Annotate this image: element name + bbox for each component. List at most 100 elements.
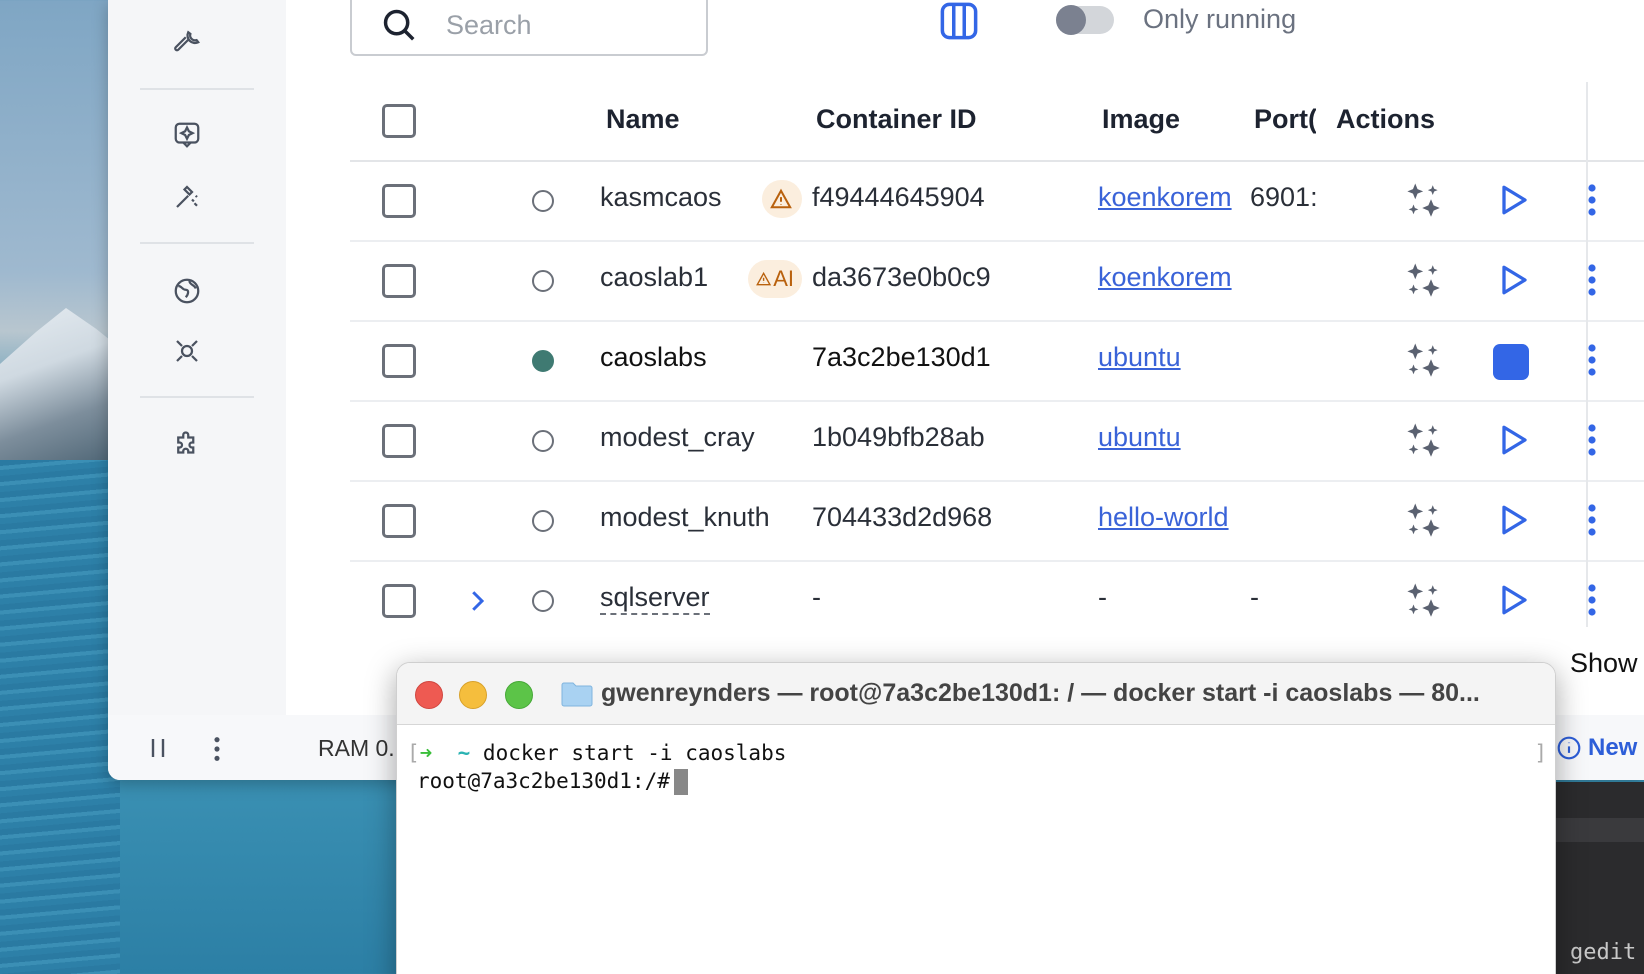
shell-prompt: root@7a3c2be130d1:/# [417,769,670,793]
status-indicator-running [532,350,554,372]
image-value: - [1098,582,1107,612]
terminal-title: gwenreynders — root@7a3c2be130d1: / — do… [601,679,1480,707]
mark-bracket-end-icon: ] [1534,741,1547,765]
more-options-icon[interactable] [1582,342,1602,378]
ask-gordon-sparkle-icon[interactable] [1403,420,1445,462]
container-name[interactable]: kasmcaos [600,182,722,213]
ask-gordon-sparkle-icon[interactable] [1403,180,1445,222]
select-all-checkbox[interactable] [382,104,416,138]
more-options-icon[interactable] [1582,502,1602,538]
ask-gordon-sparkle-icon[interactable] [1403,340,1445,382]
row-checkbox[interactable] [382,424,416,458]
compose-project-name[interactable]: sqlserver [600,582,710,615]
prompt-home-icon: ~ [457,741,471,765]
image-link[interactable]: ubuntu [1098,342,1238,373]
puzzle-icon[interactable] [170,428,204,462]
sidebar-divider [140,242,254,244]
row-checkbox[interactable] [382,344,416,378]
zoom-button[interactable] [505,681,533,709]
ask-gordon-sparkle-icon[interactable] [1403,580,1445,622]
image-link[interactable]: koenkorem [1098,262,1238,293]
new-version-link[interactable]: New [1556,734,1637,762]
warning-badge [762,180,802,218]
only-running-toggle[interactable] [1056,5,1114,35]
row-checkbox[interactable] [382,184,416,218]
search-icon [383,9,415,41]
container-id: 7a3c2be130d1 [812,342,991,372]
table-row[interactable]: sqlserver - - - [350,562,1644,642]
table-row[interactable]: kasmcaos f49444645904 koenkorem 6901: [350,162,1644,242]
globe-icon[interactable] [170,274,204,308]
show-label[interactable]: Show [1570,648,1638,679]
terminal-content[interactable]: [➜ ~ docker start -i caoslabs ] root@7a3… [397,725,1555,974]
start-icon[interactable] [1495,262,1531,298]
warning-text: AI [773,266,794,291]
more-options-icon[interactable] [1582,422,1602,458]
table-row[interactable]: modest_knuth 704433d2d968 hello-world [350,482,1644,562]
container-id: 704433d2d968 [812,502,993,532]
start-icon[interactable] [1495,422,1531,458]
scout-icon[interactable] [170,334,204,368]
table-header: Name Container ID Image Port( Actions [350,82,1644,162]
text-cursor [673,769,688,795]
row-checkbox[interactable] [382,264,416,298]
gedit-label[interactable]: gedit [1570,940,1636,965]
terminal-window[interactable]: gwenreynders — root@7a3c2be130d1: / — do… [396,662,1556,974]
container-id: da3673e0b0c9 [812,262,991,292]
sidebar-divider [140,396,254,398]
container-name[interactable]: caoslabs [600,342,707,373]
terminal-titlebar[interactable]: gwenreynders — root@7a3c2be130d1: / — do… [397,663,1555,725]
ports-value[interactable]: 6901: [1250,182,1316,213]
image-link[interactable]: ubuntu [1098,422,1238,453]
row-checkbox[interactable] [382,504,416,538]
row-checkbox[interactable] [382,584,416,618]
header-actions: Actions [1336,104,1436,134]
image-link[interactable]: koenkorem [1098,182,1238,213]
status-indicator [532,190,554,212]
sidebar [108,0,286,715]
table-row[interactable]: caoslab1 AI da3673e0b0c9 koenkorem [350,242,1644,322]
terminal-line-prompt: root@7a3c2be130d1:/# [417,769,688,795]
extension-gem-icon[interactable] [170,118,204,152]
container-id: 1b049bfb28ab [812,422,985,452]
desktop-wallpaper-mountain [0,308,120,460]
header-image[interactable]: Image [1102,104,1180,135]
start-icon[interactable] [1495,502,1531,538]
columns-icon[interactable] [938,0,980,42]
container-name[interactable]: modest_knuth [600,502,770,533]
pause-icon[interactable] [146,735,170,761]
header-container-id[interactable]: Container ID [816,104,977,135]
chevron-right-icon[interactable] [462,584,492,618]
more-options-icon[interactable] [1582,582,1602,618]
more-options-icon[interactable] [1582,262,1602,298]
image-link[interactable]: hello-world [1098,502,1238,533]
more-vertical-icon[interactable] [210,735,224,763]
table-row[interactable]: modest_cray 1b049bfb28ab ubuntu [350,402,1644,482]
wrench-icon[interactable] [170,24,204,58]
status-indicator [532,430,554,452]
header-ports[interactable]: Port( [1254,104,1316,135]
start-icon[interactable] [1495,182,1531,218]
more-options-icon[interactable] [1582,182,1602,218]
search-input[interactable]: Search [350,0,708,56]
ask-gordon-sparkle-icon[interactable] [1403,260,1445,302]
status-indicator [532,270,554,292]
minimize-button[interactable] [459,681,487,709]
info-icon [1557,736,1581,760]
command-text: docker start -i caoslabs [482,741,787,765]
header-name[interactable]: Name [606,104,680,135]
status-indicator [532,590,554,612]
terminal-line-command: [➜ ~ docker start -i caoslabs [407,741,786,765]
start-icon[interactable] [1495,582,1531,618]
ask-gordon-sparkle-icon[interactable] [1403,500,1445,542]
container-id: f49444645904 [812,182,985,212]
close-button[interactable] [415,681,443,709]
stop-icon[interactable] [1493,344,1529,380]
container-name[interactable]: caoslab1 [600,262,708,293]
build-tools-icon[interactable] [170,180,204,214]
container-name[interactable]: modest_cray [600,422,755,453]
table-row[interactable]: caoslabs 7a3c2be130d1 ubuntu [350,322,1644,402]
only-running-label: Only running [1143,4,1297,34]
sidebar-divider [140,88,254,90]
search-placeholder: Search [446,9,532,40]
